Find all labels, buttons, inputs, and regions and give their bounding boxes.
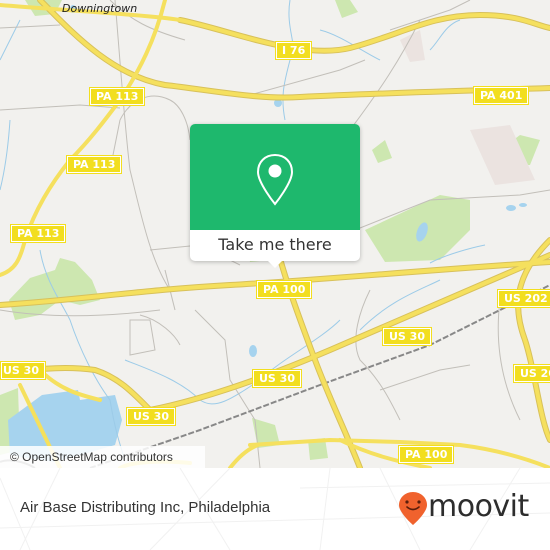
road-shield-us202: US 202: [497, 289, 550, 308]
road-shield-pa113: PA 113: [10, 224, 67, 243]
road-shield-pa100: PA 100: [398, 445, 455, 464]
road-shield-pa100: PA 100: [256, 280, 313, 299]
moovit-wordmark: moovit: [428, 489, 529, 524]
map-attribution[interactable]: © OpenStreetMap contributors: [0, 446, 205, 468]
road-shield-us30: US 30: [0, 361, 46, 380]
location-popup: Take me there: [190, 124, 360, 268]
map-view[interactable]: Downingtown I 76 PA 401 PA 113 PA 113 PA…: [0, 0, 550, 468]
landuse-areas: [400, 30, 535, 185]
moovit-pin-icon: [399, 492, 427, 525]
road-shield-pa401: PA 401: [473, 86, 530, 105]
road-shield-i76: I 76: [275, 41, 313, 60]
road-shield-us30: US 30: [382, 327, 432, 346]
road-shield-pa113: PA 113: [66, 155, 123, 174]
place-name: Air Base Distributing Inc, Philadelphia: [20, 499, 271, 516]
map-pin-icon: [256, 153, 294, 206]
popup-header[interactable]: [190, 124, 360, 230]
road-shield-us30: US 30: [252, 369, 302, 388]
road-shield-pa113: PA 113: [89, 87, 146, 106]
road-shield-us30: US 30: [126, 407, 176, 426]
take-me-there-button[interactable]: Take me there: [190, 230, 360, 261]
road-shield-us202: US 202: [513, 364, 550, 383]
footer-bar: Air Base Distributing Inc, Philadelphia …: [0, 468, 550, 550]
town-label-downingtown: Downingtown: [62, 2, 138, 15]
popup-pointer: [267, 260, 283, 268]
